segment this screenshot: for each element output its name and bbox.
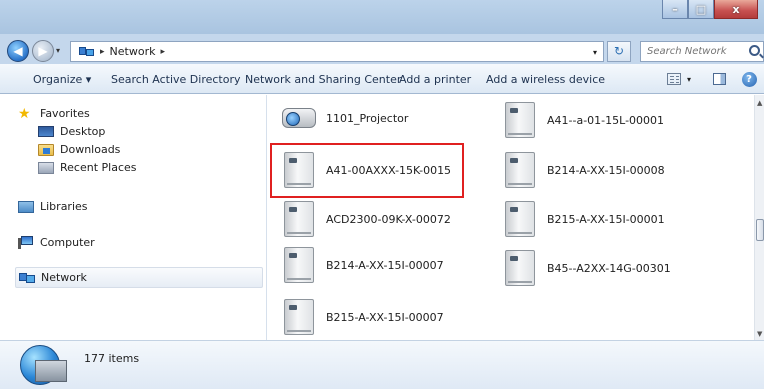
- list-item[interactable]: B214-A-XX-15I-00008: [505, 152, 665, 188]
- window-controls: – □ x: [662, 0, 758, 20]
- item-label: A41--a-01-15L-00001: [547, 113, 665, 127]
- search-active-directory-button[interactable]: Search Active Directory: [111, 73, 241, 86]
- scroll-down-icon[interactable]: ▼: [757, 330, 762, 338]
- close-button[interactable]: x: [714, 0, 758, 19]
- item-label: 1101_Projector: [326, 111, 409, 125]
- search-icon[interactable]: [749, 45, 760, 56]
- libraries-icon: [18, 200, 34, 213]
- file-list: 1101_Projector A41--a-01-15L-00001 A41-0…: [268, 95, 754, 340]
- vertical-scrollbar[interactable]: ▲ ▼: [754, 95, 764, 340]
- item-count: 177 items: [84, 352, 140, 365]
- breadcrumb-separator-icon[interactable]: ▸: [160, 47, 165, 57]
- view-dropdown-icon[interactable]: ▾: [683, 69, 695, 89]
- forward-arrow-icon: ▶: [38, 44, 48, 58]
- nav-item-label: Downloads: [60, 143, 121, 156]
- device-icon: [505, 250, 535, 286]
- refresh-button[interactable]: ↻: [607, 41, 631, 62]
- item-label: B215-A-XX-15I-00007: [326, 310, 444, 324]
- nav-item-label: Recent Places: [60, 161, 137, 174]
- title-bar: – □ x: [0, 0, 764, 34]
- device-icon: [505, 102, 535, 138]
- nav-item-label: Desktop: [60, 125, 106, 138]
- add-printer-button[interactable]: Add a printer: [399, 73, 471, 86]
- item-label: B214-A-XX-15I-00007: [326, 258, 444, 272]
- add-wireless-device-button[interactable]: Add a wireless device: [486, 73, 605, 86]
- network-icon: [79, 46, 95, 58]
- nav-item-libraries[interactable]: Libraries: [18, 200, 88, 213]
- maximize-button[interactable]: □: [688, 0, 714, 19]
- recent-places-icon: [38, 161, 54, 174]
- back-button[interactable]: ◀: [7, 40, 29, 62]
- change-view-button[interactable]: [666, 69, 682, 89]
- device-icon: [505, 152, 535, 188]
- forward-button[interactable]: ▶: [32, 40, 54, 62]
- nav-item-computer[interactable]: Computer: [18, 236, 95, 249]
- preview-pane-button[interactable]: [711, 69, 727, 89]
- address-row: ◀ ▶ ▾ ▸ Network ▸ ▾ ↻: [0, 34, 764, 64]
- highlight-box: [270, 143, 464, 198]
- list-item[interactable]: ACD2300-09K-X-00072: [284, 201, 451, 237]
- organize-button[interactable]: Organize ▾: [33, 73, 91, 86]
- nav-item-downloads[interactable]: Downloads: [38, 143, 120, 156]
- device-icon: [284, 201, 314, 237]
- nav-item-recent-places[interactable]: Recent Places: [38, 161, 137, 174]
- history-dropdown-icon[interactable]: ▾: [56, 46, 60, 55]
- nav-item-desktop[interactable]: Desktop: [38, 125, 105, 138]
- address-dropdown-icon[interactable]: ▾: [593, 48, 597, 57]
- nav-item-network[interactable]: Network: [15, 267, 263, 288]
- network-sharing-center-button[interactable]: Network and Sharing Center: [245, 73, 401, 86]
- breadcrumb-separator-icon[interactable]: ▸: [100, 47, 105, 57]
- scroll-thumb[interactable]: [756, 219, 764, 241]
- computer-icon: [18, 236, 34, 249]
- nav-item-label: Libraries: [40, 200, 88, 213]
- nav-item-label: Computer: [40, 236, 95, 249]
- list-item[interactable]: 1101_Projector: [282, 108, 408, 128]
- nav-item-label: Favorites: [40, 107, 90, 120]
- breadcrumb-network[interactable]: Network: [110, 45, 156, 58]
- device-icon: [284, 299, 314, 335]
- network-icon: [19, 271, 35, 284]
- address-bar[interactable]: ▸ Network ▸ ▾: [70, 41, 604, 62]
- projector-icon: [282, 108, 316, 128]
- item-label: B45--A2XX-14G-00301: [547, 261, 671, 275]
- item-label: ACD2300-09K-X-00072: [326, 212, 451, 226]
- maximize-icon: □: [695, 2, 707, 16]
- views-icon: [667, 73, 681, 85]
- command-bar: Organize ▾ Search Active Directory Netwo…: [0, 64, 764, 94]
- device-icon: [284, 247, 314, 283]
- star-icon: ★: [18, 105, 31, 122]
- minimize-icon: –: [672, 2, 678, 16]
- details-pane: 177 items: [0, 340, 764, 389]
- help-icon: ?: [741, 71, 757, 87]
- network-globe-icon: [20, 345, 67, 385]
- back-arrow-icon: ◀: [13, 44, 23, 58]
- list-item[interactable]: B214-A-XX-15I-00007: [284, 247, 444, 283]
- search-input[interactable]: [641, 42, 741, 61]
- device-icon: [505, 201, 535, 237]
- downloads-folder-icon: [38, 143, 54, 156]
- desktop-icon: [38, 126, 54, 137]
- item-label: B214-A-XX-15I-00008: [547, 163, 665, 177]
- list-item[interactable]: B215-A-XX-15I-00007: [284, 299, 444, 335]
- list-item[interactable]: B215-A-XX-15I-00001: [505, 201, 665, 237]
- help-button[interactable]: ?: [740, 69, 758, 89]
- nav-item-label: Network: [41, 271, 87, 284]
- minimize-button[interactable]: –: [662, 0, 688, 19]
- item-label: B215-A-XX-15I-00001: [547, 212, 665, 226]
- list-item[interactable]: A41--a-01-15L-00001: [505, 102, 664, 138]
- preview-pane-icon: [712, 73, 726, 85]
- close-icon: x: [732, 2, 740, 16]
- search-box[interactable]: [640, 41, 764, 62]
- navigation-pane: ★ Favorites Desktop Downloads Recent Pla…: [0, 95, 267, 340]
- list-item[interactable]: B45--A2XX-14G-00301: [505, 250, 671, 286]
- nav-item-favorites[interactable]: ★ Favorites: [18, 105, 90, 122]
- scroll-up-icon[interactable]: ▲: [757, 99, 762, 107]
